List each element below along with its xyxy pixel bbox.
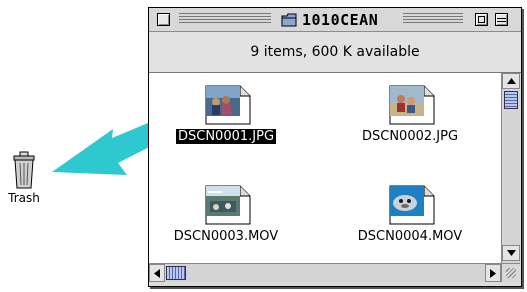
file-name: DSCN0001.JPG <box>175 129 277 144</box>
vertical-scroll-thumb[interactable] <box>504 91 518 109</box>
arrow-right-icon <box>490 268 496 278</box>
horizontal-scroll-thumb[interactable] <box>166 266 186 280</box>
resize-grow-box[interactable] <box>501 263 520 282</box>
title-area: 1010CEAN <box>275 10 385 29</box>
scroll-up-button[interactable] <box>502 73 520 89</box>
file-item[interactable]: DSCN0001.JPG <box>151 85 301 144</box>
vertical-scrollbar[interactable] <box>501 73 520 263</box>
arrow-up-icon <box>506 78 516 84</box>
scroll-right-button[interactable] <box>485 264 501 282</box>
trash-label: Trash <box>8 191 40 205</box>
title-stripes-right <box>403 13 463 25</box>
arrow-left-icon <box>154 268 160 278</box>
file-item[interactable]: DSCN0002.JPG <box>335 85 485 144</box>
info-bar: 9 items, 600 K available <box>149 32 521 73</box>
trash[interactable]: Trash <box>2 150 46 205</box>
file-name: DSCN0003.MOV <box>173 229 279 244</box>
collapse-box[interactable] <box>495 13 508 26</box>
jpeg-file-icon <box>205 85 251 125</box>
folder-icon <box>281 13 297 26</box>
file-area: DSCN0001.JPG DSCN0002.JPG DSCN0003.MOV D… <box>149 73 501 263</box>
window-title: 1010CEAN <box>302 10 379 29</box>
scroll-down-button[interactable] <box>502 245 520 261</box>
finder-window: 1010CEAN 9 items, 600 K available DSCN00… <box>148 7 522 287</box>
trash-icon <box>13 151 35 189</box>
horizontal-scrollbar[interactable] <box>149 263 501 282</box>
arrow-down-icon <box>506 250 516 256</box>
movie-file-icon <box>205 185 251 225</box>
file-name: DSCN0002.JPG <box>361 129 459 144</box>
scroll-left-button[interactable] <box>149 264 165 282</box>
close-box[interactable] <box>157 13 170 26</box>
file-item[interactable]: DSCN0003.MOV <box>151 185 301 244</box>
zoom-box[interactable] <box>475 13 488 26</box>
file-name: DSCN0004.MOV <box>357 229 463 244</box>
jpeg-file-icon <box>389 85 435 125</box>
movie-file-icon <box>389 185 435 225</box>
items-available-text: 9 items, 600 K available <box>250 44 420 60</box>
title-bar[interactable]: 1010CEAN <box>149 8 521 32</box>
title-stripes-left <box>179 13 271 25</box>
file-item[interactable]: DSCN0004.MOV <box>335 185 485 244</box>
